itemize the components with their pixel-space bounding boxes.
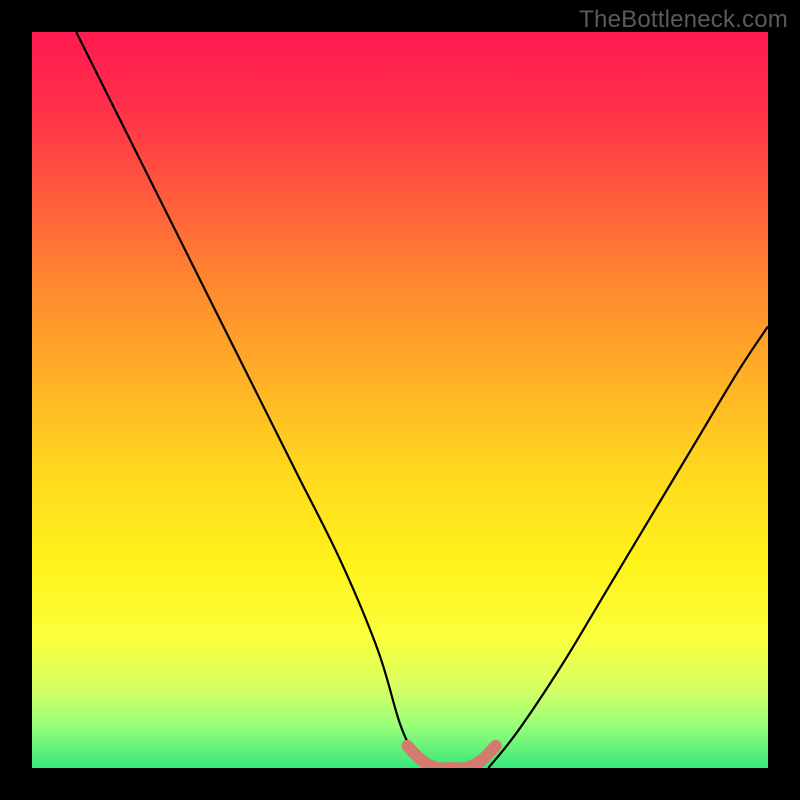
bottleneck-curve-right <box>488 326 768 768</box>
highlight-bottom <box>407 746 495 768</box>
bottleneck-curve-left <box>76 32 429 768</box>
watermark-text: TheBottleneck.com <box>579 6 788 34</box>
plot-area <box>32 32 768 768</box>
chart-frame: TheBottleneck.com <box>0 0 800 800</box>
curve-layer <box>32 32 768 768</box>
